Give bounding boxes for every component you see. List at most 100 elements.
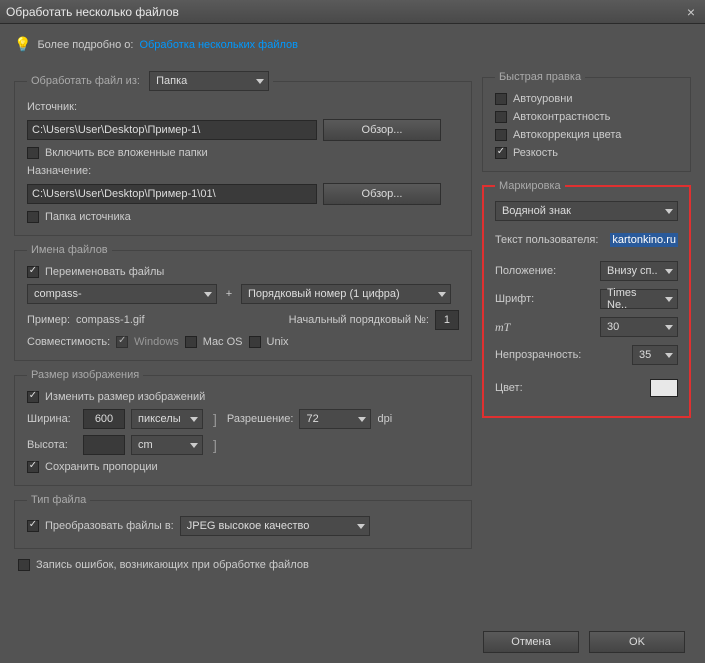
same-as-source-checkbox[interactable]	[27, 211, 39, 223]
width-input[interactable]	[83, 409, 125, 429]
same-as-source-label: Папка источника	[45, 211, 131, 223]
info-link[interactable]: Обработка нескольких файлов	[139, 39, 298, 51]
example-label: Пример:	[27, 314, 70, 326]
startnum-label: Начальный порядковый №:	[289, 314, 429, 326]
browse-dest-button[interactable]: Обзор...	[323, 183, 441, 205]
resize-checkbox[interactable]	[27, 391, 39, 403]
compat-unix-checkbox[interactable]	[249, 336, 261, 348]
usertext-label: Текст пользователя:	[495, 234, 610, 246]
info-bar: 💡 Более подробно о: Обработка нескольких…	[14, 36, 691, 53]
chevron-down-icon	[357, 524, 365, 529]
plus-icon: +	[223, 288, 235, 300]
filetype-group: Тип файла Преобразовать файлы в: JPEG вы…	[14, 494, 472, 549]
autolevels-label: Автоуровни	[513, 93, 573, 105]
include-subfolders-label: Включить все вложенные папки	[45, 147, 208, 159]
log-errors-label: Запись ошибок, возникающих при обработке…	[36, 559, 309, 571]
constrain-label: Сохранить пропорции	[45, 461, 158, 473]
close-icon[interactable]: ×	[683, 4, 699, 20]
bulb-icon: 💡	[14, 36, 31, 53]
sharpen-label: Резкость	[513, 147, 558, 159]
quickfix-group: Быстрая правка Автоуровни Автоконтрастно…	[482, 71, 691, 172]
chevron-down-icon	[665, 209, 673, 214]
compat-unix-label: Unix	[267, 336, 289, 348]
autocontrast-checkbox[interactable]	[495, 111, 507, 123]
usertext-value[interactable]: kartonkino.ru	[610, 233, 678, 247]
source-path-input[interactable]	[27, 120, 317, 140]
font-label: Шрифт:	[495, 293, 600, 305]
format-select[interactable]: JPEG высокое качество	[180, 516, 370, 536]
include-subfolders-checkbox[interactable]	[27, 147, 39, 159]
chevron-down-icon	[204, 292, 212, 297]
chevron-down-icon	[190, 443, 198, 448]
compat-windows-checkbox	[116, 336, 128, 348]
autocolor-label: Автокоррекция цвета	[513, 129, 621, 141]
watermark-group: Маркировка Водяной знак Текст пользовате…	[482, 180, 691, 418]
process-legend: Обработать файл из:	[31, 75, 140, 87]
position-select[interactable]: Внизу сп..	[600, 261, 678, 281]
filetype-legend: Тип файла	[27, 494, 90, 506]
convert-label: Преобразовать файлы в:	[45, 520, 174, 532]
width-unit-select[interactable]: пикселы	[131, 409, 203, 429]
width-label: Ширина:	[27, 413, 77, 425]
chevron-down-icon	[665, 297, 673, 302]
constrain-checkbox[interactable]	[27, 461, 39, 473]
fontsize-select[interactable]: 30	[600, 317, 678, 337]
process-source-select[interactable]: Папка	[149, 71, 269, 91]
opacity-label: Непрозрачность:	[495, 349, 632, 361]
chevron-down-icon	[256, 79, 264, 84]
watermark-type-select[interactable]: Водяной знак	[495, 201, 678, 221]
height-label: Высота:	[27, 439, 77, 451]
rename-checkbox[interactable]	[27, 266, 39, 278]
link-icon-bottom: ⁠]	[209, 437, 221, 453]
chevron-down-icon	[190, 417, 198, 422]
height-input[interactable]	[83, 435, 125, 455]
chevron-down-icon	[438, 292, 446, 297]
filenames-group: Имена файлов Переименовать файлы compass…	[14, 244, 472, 361]
titlebar: Обработать несколько файлов ×	[0, 0, 705, 24]
chevron-down-icon	[665, 269, 673, 274]
filenames-legend: Имена файлов	[27, 244, 112, 256]
cancel-button[interactable]: Отмена	[483, 631, 579, 653]
imagesize-group: Размер изображения Изменить размер изобр…	[14, 369, 472, 486]
filename-seq-select[interactable]: Порядковый номер (1 цифра)	[241, 284, 451, 304]
dest-label: Назначение:	[27, 165, 91, 177]
autolevels-checkbox[interactable]	[495, 93, 507, 105]
filename-prefix-select[interactable]: compass-	[27, 284, 217, 304]
imagesize-legend: Размер изображения	[27, 369, 143, 381]
height-unit-select[interactable]: cm	[131, 435, 203, 455]
source-label: Источник:	[27, 101, 77, 113]
resolution-label: Разрешение:	[227, 413, 294, 425]
dest-path-input[interactable]	[27, 184, 317, 204]
autocolor-checkbox[interactable]	[495, 129, 507, 141]
sharpen-checkbox[interactable]	[495, 147, 507, 159]
watermark-legend: Маркировка	[495, 180, 565, 192]
chevron-down-icon	[665, 353, 673, 358]
resolution-select[interactable]: 72	[299, 409, 371, 429]
link-icon[interactable]: ⁠]	[209, 411, 221, 427]
font-select[interactable]: Times Ne..	[600, 289, 678, 309]
resolution-unit: dpi	[377, 413, 392, 425]
compat-mac-label: Mac OS	[203, 336, 243, 348]
position-label: Положение:	[495, 265, 600, 277]
compat-label: Совместимость:	[27, 336, 110, 348]
startnum-input[interactable]	[435, 310, 459, 330]
chevron-down-icon	[358, 417, 366, 422]
info-text: Более подробно о:	[37, 39, 133, 51]
convert-checkbox[interactable]	[27, 520, 39, 532]
example-value: compass-1.gif	[76, 314, 144, 326]
opacity-select[interactable]: 35	[632, 345, 678, 365]
compat-mac-checkbox[interactable]	[185, 336, 197, 348]
chevron-down-icon	[665, 325, 673, 330]
quickfix-legend: Быстрая правка	[495, 71, 585, 83]
autocontrast-label: Автоконтрастность	[513, 111, 610, 123]
color-swatch[interactable]	[650, 379, 678, 397]
window-title: Обработать несколько файлов	[6, 5, 179, 19]
rename-label: Переименовать файлы	[45, 266, 164, 278]
ok-button[interactable]: OK	[589, 631, 685, 653]
color-label: Цвет:	[495, 382, 650, 394]
resize-label: Изменить размер изображений	[45, 391, 205, 403]
log-errors-checkbox[interactable]	[18, 559, 30, 571]
browse-source-button[interactable]: Обзор...	[323, 119, 441, 141]
fontsize-icon: тT	[495, 320, 600, 335]
compat-windows-label: Windows	[134, 336, 179, 348]
